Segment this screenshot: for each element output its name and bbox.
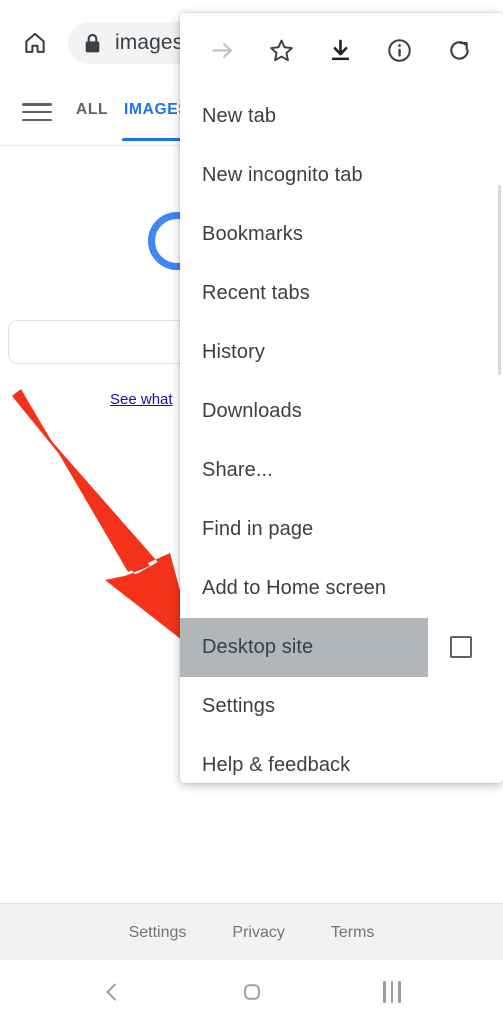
menu-item-label: Bookmarks [202, 223, 303, 245]
menu-item-share[interactable]: Share... [180, 441, 503, 500]
menu-item-downloads[interactable]: Downloads [180, 382, 503, 441]
menu-item-label: Add to Home screen [202, 577, 387, 599]
see-what-link[interactable]: See what [110, 391, 173, 408]
menu-item-bookmarks[interactable]: Bookmarks [180, 205, 503, 264]
page-footer: Settings Privacy Terms [0, 903, 503, 961]
menu-item-new-incognito-tab[interactable]: New incognito tab [180, 146, 503, 205]
home-icon[interactable] [232, 972, 272, 1012]
menu-item-label: Downloads [202, 400, 302, 422]
menu-item-help-feedback[interactable]: Help & feedback [180, 736, 503, 783]
footer-link-terms[interactable]: Terms [331, 924, 375, 942]
menu-scrollbar[interactable] [498, 185, 501, 375]
menu-item-label: Find in page [202, 518, 314, 540]
menu-item-find-in-page[interactable]: Find in page [180, 500, 503, 559]
star-icon[interactable] [261, 30, 301, 70]
menu-item-label: Recent tabs [202, 282, 310, 304]
chrome-overflow-menu: New tab New incognito tab Bookmarks Rece… [180, 13, 503, 783]
home-icon[interactable] [18, 26, 52, 60]
menu-item-label: History [202, 341, 265, 363]
android-navbar [0, 960, 503, 1024]
menu-item-label: Settings [202, 695, 276, 717]
desktop-site-checkbox[interactable] [450, 636, 472, 658]
menu-item-label: Share... [202, 459, 273, 481]
menu-list: New tab New incognito tab Bookmarks Rece… [180, 87, 503, 783]
menu-item-desktop-site[interactable]: Desktop site [180, 618, 503, 677]
menu-item-label: New incognito tab [202, 164, 363, 186]
tab-all[interactable]: ALL [76, 101, 108, 119]
reload-icon[interactable] [439, 30, 479, 70]
lock-icon [84, 33, 101, 54]
url-text: images [115, 31, 184, 54]
footer-link-privacy[interactable]: Privacy [232, 924, 284, 942]
menu-item-label: New tab [202, 105, 277, 127]
download-icon[interactable] [321, 30, 361, 70]
forward-arrow-icon[interactable] [202, 30, 242, 70]
recents-icon[interactable] [372, 972, 412, 1012]
info-icon[interactable] [380, 30, 420, 70]
menu-item-label: Desktop site [202, 636, 314, 658]
menu-item-history[interactable]: History [180, 323, 503, 382]
footer-link-settings[interactable]: Settings [129, 924, 187, 942]
menu-item-label: Help & feedback [202, 754, 351, 776]
menu-item-add-to-home-screen[interactable]: Add to Home screen [180, 559, 503, 618]
menu-icon-row [180, 13, 503, 87]
phone-screen: images ALL IMAGES See what Settings Priv… [0, 0, 503, 1024]
menu-item-settings[interactable]: Settings [180, 677, 503, 736]
back-icon[interactable] [92, 972, 132, 1012]
menu-item-new-tab[interactable]: New tab [180, 87, 503, 146]
menu-item-recent-tabs[interactable]: Recent tabs [180, 264, 503, 323]
hamburger-icon[interactable] [22, 99, 52, 125]
